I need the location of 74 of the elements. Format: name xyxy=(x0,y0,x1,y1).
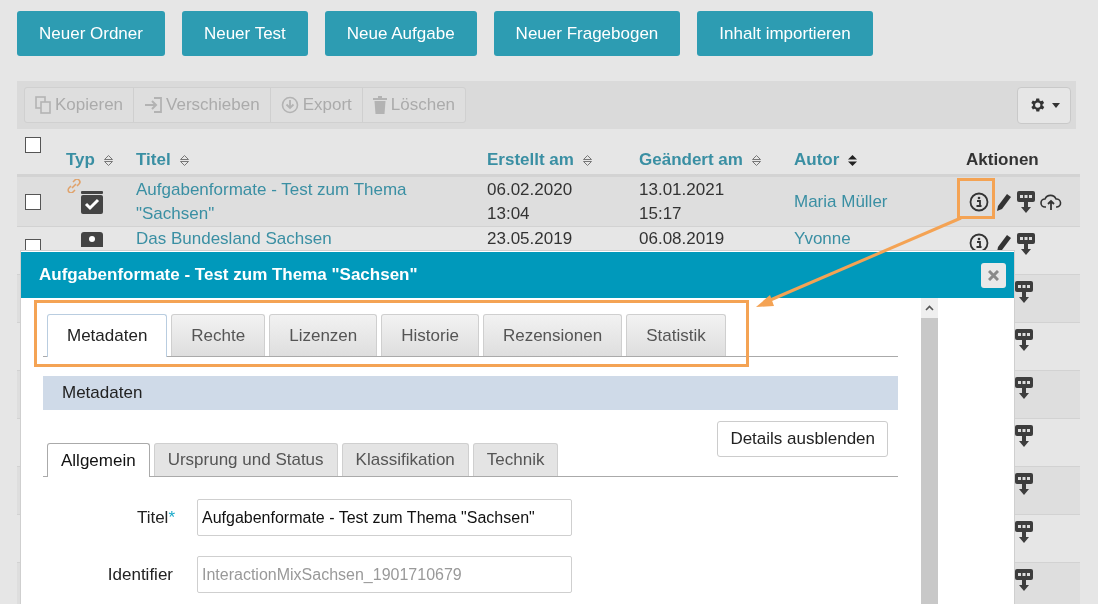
title-link[interactable]: Aufgabenformate - Test zum Thema "Sachsen" xyxy=(136,177,477,226)
author-link[interactable]: Yvonne xyxy=(794,227,851,251)
file-download-icon xyxy=(1015,377,1033,399)
pdf-button[interactable] xyxy=(1015,329,1033,351)
download-icon xyxy=(280,96,299,114)
tab[interactable]: Klassifikation xyxy=(341,443,469,476)
upload-button[interactable] xyxy=(1040,192,1062,211)
title-link[interactable]: Das Bundesland Sachsen xyxy=(136,229,332,249)
section-header: Metadaten xyxy=(43,376,898,410)
toolbar-button[interactable]: Inhalt importieren xyxy=(697,11,873,56)
table-cell-text: 06.08.2019 xyxy=(639,228,726,250)
file-download-icon xyxy=(1015,569,1033,591)
column-header[interactable]: Geändert am xyxy=(639,146,743,172)
tab[interactable]: Metadaten xyxy=(47,314,168,357)
tab[interactable]: Rechte xyxy=(171,314,266,356)
dialog-title: Aufgabenformate - Test zum Thema "Sachsen" xyxy=(39,264,418,287)
checkbox[interactable] xyxy=(25,193,41,210)
highlight-frame xyxy=(957,178,995,219)
tab[interactable]: Statistik xyxy=(626,314,726,356)
file-download-icon xyxy=(1015,425,1033,447)
details-button[interactable]: Details ausblenden xyxy=(717,421,888,457)
tab[interactable]: Technik xyxy=(472,443,559,476)
task-check-icon xyxy=(80,189,104,214)
file-download-icon xyxy=(1017,190,1035,213)
cloud-upload-icon xyxy=(1040,192,1062,211)
author-link[interactable]: Maria Müller xyxy=(794,189,888,214)
tab[interactable]: Ursprung und Status xyxy=(153,443,338,476)
toolbar-button[interactable]: Neuer Fragebogen xyxy=(493,11,681,56)
column-header[interactable]: Typ xyxy=(66,146,95,172)
tab[interactable]: Historie xyxy=(381,314,479,356)
pdf-button[interactable] xyxy=(1015,521,1033,543)
caret-icon xyxy=(1052,102,1060,108)
pencil-icon xyxy=(994,233,1012,253)
tab[interactable]: Allgemein xyxy=(47,443,150,477)
file-download-icon xyxy=(1015,473,1033,495)
info-icon xyxy=(969,191,989,212)
table-cell-text: 06.02.2020 13:04 xyxy=(487,178,574,225)
pdf-button[interactable] xyxy=(1015,569,1033,591)
close-button[interactable] xyxy=(981,262,1006,288)
edit-button[interactable] xyxy=(994,233,1012,253)
tab[interactable]: Rezensionen xyxy=(482,314,623,356)
column-header[interactable]: Erstellt am xyxy=(487,146,574,172)
table-cell-text: 23.05.2019 xyxy=(487,228,574,250)
checkbox[interactable] xyxy=(25,137,41,153)
column-label: Aktionen xyxy=(965,148,1039,171)
move-icon xyxy=(144,97,163,113)
toolbar-button[interactable]: Neue Aufgabe xyxy=(324,11,477,56)
toolbar-button[interactable]: Neuer Ordner xyxy=(17,11,165,56)
pdf-button[interactable] xyxy=(1015,425,1033,447)
settings-dropdown[interactable] xyxy=(1017,86,1071,124)
tab[interactable]: Lizenzen xyxy=(269,314,378,356)
file-download-icon xyxy=(1017,233,1035,255)
pdf-button[interactable] xyxy=(1017,190,1035,213)
toolbar-button[interactable]: Neuer Test xyxy=(181,11,308,56)
close-icon xyxy=(988,269,999,281)
pdf-button[interactable] xyxy=(1015,473,1033,495)
scrollbar[interactable] xyxy=(921,298,938,604)
column-header[interactable]: Autor xyxy=(794,146,840,172)
input-field[interactable]: Aufgabenformate - Test zum Thema "Sachsen" xyxy=(197,499,572,536)
field-label: Identifier xyxy=(106,563,174,586)
copy-icon xyxy=(35,96,51,114)
pdf-button[interactable] xyxy=(1015,377,1033,399)
info-button[interactable] xyxy=(969,191,989,212)
file-download-icon xyxy=(1015,521,1033,543)
file-download-icon xyxy=(1015,329,1033,351)
table-cell-text: 13.01.2021 15:17 xyxy=(639,178,726,225)
trash-icon xyxy=(372,96,387,114)
column-header[interactable]: Titel xyxy=(136,146,171,172)
edit-button[interactable] xyxy=(994,191,1012,212)
field-label: Titel* xyxy=(135,507,176,529)
pencil-icon xyxy=(994,191,1012,212)
pdf-button[interactable] xyxy=(1015,281,1033,303)
pdf-button[interactable] xyxy=(1017,233,1035,255)
file-download-icon xyxy=(1015,281,1033,303)
